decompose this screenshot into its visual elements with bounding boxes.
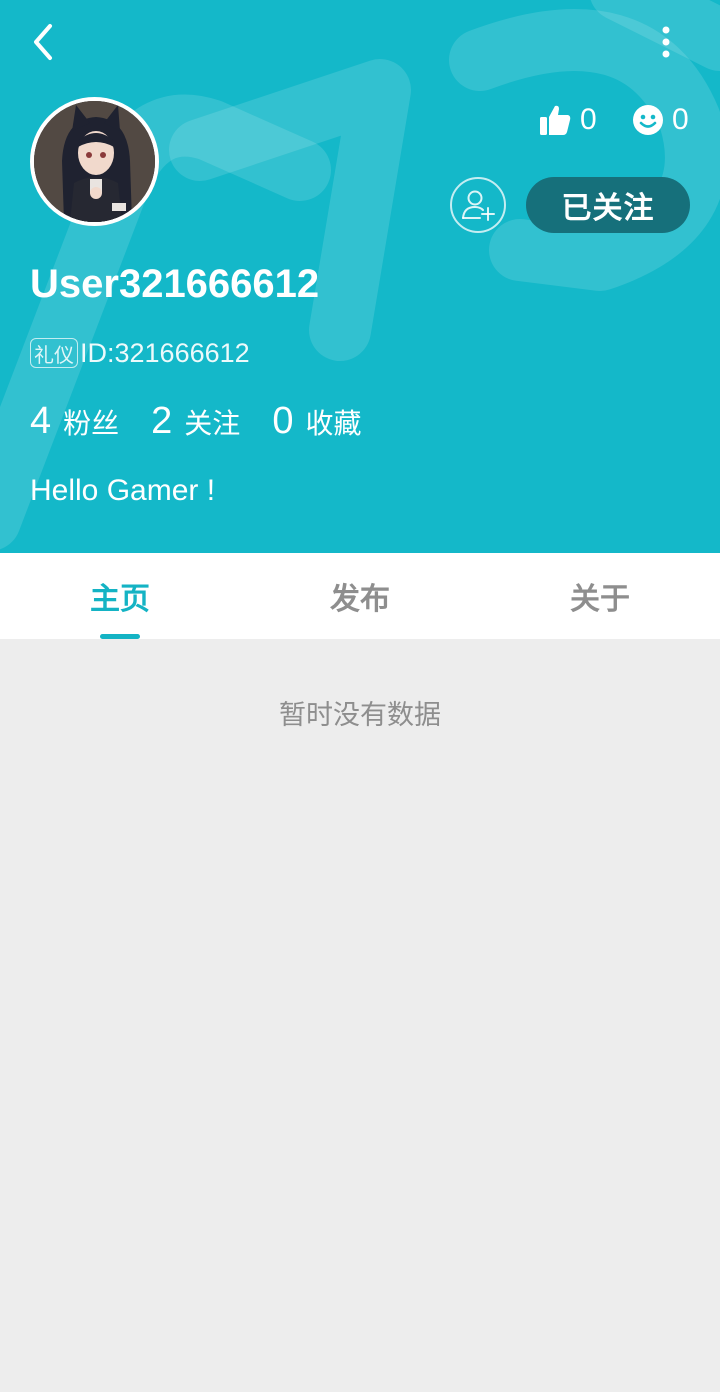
back-button[interactable] <box>22 20 66 64</box>
follow-button[interactable]: 已关注 <box>526 177 690 233</box>
tab-posts[interactable]: 发布 <box>240 553 480 639</box>
add-user-icon <box>462 190 495 221</box>
user-bio: Hello Gamer ! <box>30 474 216 507</box>
followers-count[interactable]: 4 粉丝 <box>30 400 119 443</box>
tab-home[interactable]: 主页 <box>0 553 240 639</box>
emoji-stat[interactable]: 0 <box>632 100 689 140</box>
like-stat[interactable]: 0 <box>538 100 597 140</box>
more-vertical-icon <box>662 26 670 58</box>
user-id: ID:321666612 <box>80 337 250 368</box>
count-label: 收藏 <box>305 407 362 440</box>
username: User321666612 <box>30 262 320 306</box>
add-friend-button[interactable] <box>450 177 506 233</box>
emoji-count: 0 <box>672 103 689 136</box>
tab-label: 关于 <box>570 582 630 617</box>
avatar-image <box>34 101 155 222</box>
more-button[interactable] <box>646 20 686 64</box>
user-tag-badge: 礼仪 <box>30 338 78 368</box>
favorites-count[interactable]: 0 收藏 <box>272 400 361 443</box>
profile-tabs: 主页 发布 关于 <box>0 553 720 639</box>
count-value: 2 <box>151 400 173 442</box>
count-value: 4 <box>30 400 52 442</box>
tab-about[interactable]: 关于 <box>480 553 720 639</box>
tab-label: 主页 <box>90 582 150 617</box>
like-count: 0 <box>580 103 597 136</box>
count-label: 关注 <box>184 407 241 440</box>
profile-counts: 4 粉丝 2 关注 0 收藏 <box>30 400 393 443</box>
thumbs-up-icon <box>540 105 571 135</box>
smiley-icon <box>633 105 663 135</box>
active-tab-indicator <box>100 634 140 639</box>
tab-label: 发布 <box>330 582 390 617</box>
following-count[interactable]: 2 关注 <box>151 400 240 443</box>
count-label: 粉丝 <box>63 407 120 440</box>
count-value: 0 <box>272 400 294 442</box>
id-row: 礼仪 ID:321666612 <box>30 337 250 369</box>
avatar[interactable] <box>30 97 159 226</box>
chevron-left-icon <box>34 24 52 60</box>
profile-header: 0 0 已关注 User321666612 礼仪 ID:321666612 4 … <box>0 0 720 553</box>
empty-state-text: 暂时没有数据 <box>279 700 441 731</box>
